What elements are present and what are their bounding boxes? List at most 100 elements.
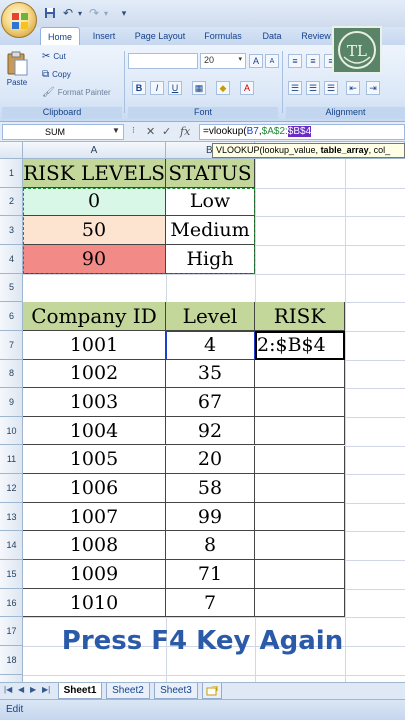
cell-company-id[interactable]: 1007 <box>23 502 166 532</box>
redo-dropdown-icon[interactable]: ▾ <box>98 5 114 21</box>
prev-sheet-icon[interactable]: ◀ <box>18 685 24 694</box>
insert-function-icon[interactable]: fx <box>180 125 190 138</box>
cell-risk[interactable] <box>255 560 345 589</box>
sheet-tab-sheet2[interactable]: Sheet2 <box>106 683 150 699</box>
cell-risk-level[interactable]: 0 <box>23 187 166 217</box>
align-left-icon[interactable]: ☰ <box>288 81 302 95</box>
italic-button[interactable]: I <box>150 81 164 95</box>
cell-risk[interactable] <box>255 502 345 532</box>
cell-company-id[interactable]: 1010 <box>23 588 166 618</box>
customize-qat-icon[interactable]: ▾ <box>116 5 132 21</box>
cell-company-id[interactable]: 1005 <box>23 445 166 475</box>
align-middle-icon[interactable]: ≡ <box>306 54 320 68</box>
borders-icon[interactable]: ▦ <box>192 81 206 95</box>
cell-header-risk-levels[interactable]: RISK LEVELS <box>23 159 166 188</box>
cell-risk[interactable] <box>255 416 345 446</box>
cell-risk[interactable] <box>255 359 345 389</box>
cell-risk[interactable] <box>255 388 345 417</box>
row-header-8[interactable]: 8 <box>0 360 23 389</box>
row-header-2[interactable]: 2 <box>0 188 23 217</box>
save-icon[interactable] <box>42 5 58 21</box>
row-header-9[interactable]: 9 <box>0 388 23 417</box>
cell-risk[interactable] <box>255 531 345 561</box>
bold-button[interactable]: B <box>132 81 146 95</box>
row-header-3[interactable]: 3 <box>0 216 23 245</box>
font-color-icon[interactable]: A <box>240 81 254 95</box>
name-box[interactable]: SUM <box>2 124 124 140</box>
row-header-5[interactable]: 5 <box>0 274 23 303</box>
row-header-10[interactable]: 10 <box>0 417 23 446</box>
cell-header-risk[interactable]: RISK <box>255 302 345 331</box>
decrease-indent-icon[interactable]: ⇤ <box>346 81 360 95</box>
align-top-icon[interactable]: ≡ <box>288 54 302 68</box>
tab-data[interactable]: Data <box>254 27 290 45</box>
align-right-icon[interactable]: ☰ <box>324 81 338 95</box>
cell-risk-status[interactable]: Low <box>166 187 255 217</box>
grow-font-icon[interactable]: A <box>249 54 263 68</box>
cell-risk[interactable] <box>255 588 345 618</box>
cell-company-id[interactable]: 1002 <box>23 359 166 389</box>
cell-level[interactable]: 92 <box>166 416 255 446</box>
tab-page-layout[interactable]: Page Layout <box>128 27 192 45</box>
row-header-7[interactable]: 7 <box>0 331 23 360</box>
row-header-15[interactable]: 15 <box>0 560 23 589</box>
row-header-11[interactable]: 11 <box>0 446 23 475</box>
cell-level[interactable]: 4 <box>166 330 255 360</box>
insert-sheet-icon[interactable] <box>202 683 222 699</box>
cell-level[interactable]: 67 <box>166 388 255 417</box>
tab-home[interactable]: Home <box>40 27 80 45</box>
sheet-tab-sheet3[interactable]: Sheet3 <box>154 683 198 699</box>
cell-header-level[interactable]: Level <box>166 302 255 331</box>
enter-icon[interactable]: ✓ <box>162 125 171 138</box>
row-header-12[interactable]: 12 <box>0 474 23 503</box>
cell-risk-level[interactable]: 50 <box>23 216 166 245</box>
row-header-16[interactable]: 16 <box>0 589 23 618</box>
cell-header-company-id[interactable]: Company ID <box>23 302 166 331</box>
tab-formulas[interactable]: Formulas <box>196 27 250 45</box>
row-header-14[interactable]: 14 <box>0 531 23 561</box>
office-button[interactable] <box>1 2 37 38</box>
tab-review[interactable]: Review <box>296 27 336 45</box>
format-painter-button[interactable]: 🖌 Format Painter <box>42 87 111 98</box>
cell-level[interactable]: 20 <box>166 445 255 475</box>
cut-button[interactable]: ✂ Cut <box>42 51 66 62</box>
cell-company-id[interactable]: 1003 <box>23 388 166 417</box>
cell-level[interactable]: 35 <box>166 359 255 389</box>
first-sheet-icon[interactable]: |◀ <box>4 685 12 694</box>
sheet-tab-sheet1[interactable]: Sheet1 <box>58 683 102 699</box>
cell-risk[interactable] <box>255 445 345 475</box>
cell-company-id[interactable]: 1001 <box>23 330 166 360</box>
copy-button[interactable]: ⧉ Copy <box>42 69 71 80</box>
active-cell-risk[interactable]: 2:$B$4 <box>255 330 345 360</box>
tab-insert[interactable]: Insert <box>84 27 124 45</box>
cell-level[interactable]: 7 <box>166 588 255 618</box>
column-header-a[interactable]: A <box>23 142 166 159</box>
formula-input[interactable]: =vlookup(B7,$A$2:$B$4 <box>199 124 405 140</box>
name-box-dropdown-icon[interactable]: ▼ <box>112 126 120 135</box>
cell-risk-status[interactable]: High <box>166 244 255 274</box>
row-header-4[interactable]: 4 <box>0 245 23 274</box>
cell-level[interactable]: 58 <box>166 474 255 503</box>
paste-button[interactable]: Paste <box>6 51 28 87</box>
row-header-1[interactable]: 1 <box>0 159 23 188</box>
cell-header-status[interactable]: STATUS <box>166 159 255 188</box>
cell-company-id[interactable]: 1006 <box>23 474 166 503</box>
row-header-6[interactable]: 6 <box>0 302 23 331</box>
select-all-corner[interactable] <box>0 142 23 159</box>
font-size-combo[interactable]: 20 ▾ <box>200 53 246 69</box>
fill-color-icon[interactable]: ◆ <box>216 81 230 95</box>
underline-button[interactable]: U <box>168 81 182 95</box>
increase-indent-icon[interactable]: ⇥ <box>366 81 380 95</box>
row-header-13[interactable]: 13 <box>0 503 23 532</box>
cancel-icon[interactable]: ✕ <box>146 125 155 138</box>
cell-level[interactable]: 8 <box>166 531 255 561</box>
cell-company-id[interactable]: 1004 <box>23 416 166 446</box>
next-sheet-icon[interactable]: ▶ <box>30 685 36 694</box>
last-sheet-icon[interactable]: ▶| <box>42 685 50 694</box>
cell-company-id[interactable]: 1009 <box>23 560 166 589</box>
cell-level[interactable]: 99 <box>166 502 255 532</box>
cell-risk-status[interactable]: Medium <box>166 216 255 245</box>
cell-level[interactable]: 71 <box>166 560 255 589</box>
cell-risk-level[interactable]: 90 <box>23 244 166 274</box>
shrink-font-icon[interactable]: A <box>265 54 279 68</box>
